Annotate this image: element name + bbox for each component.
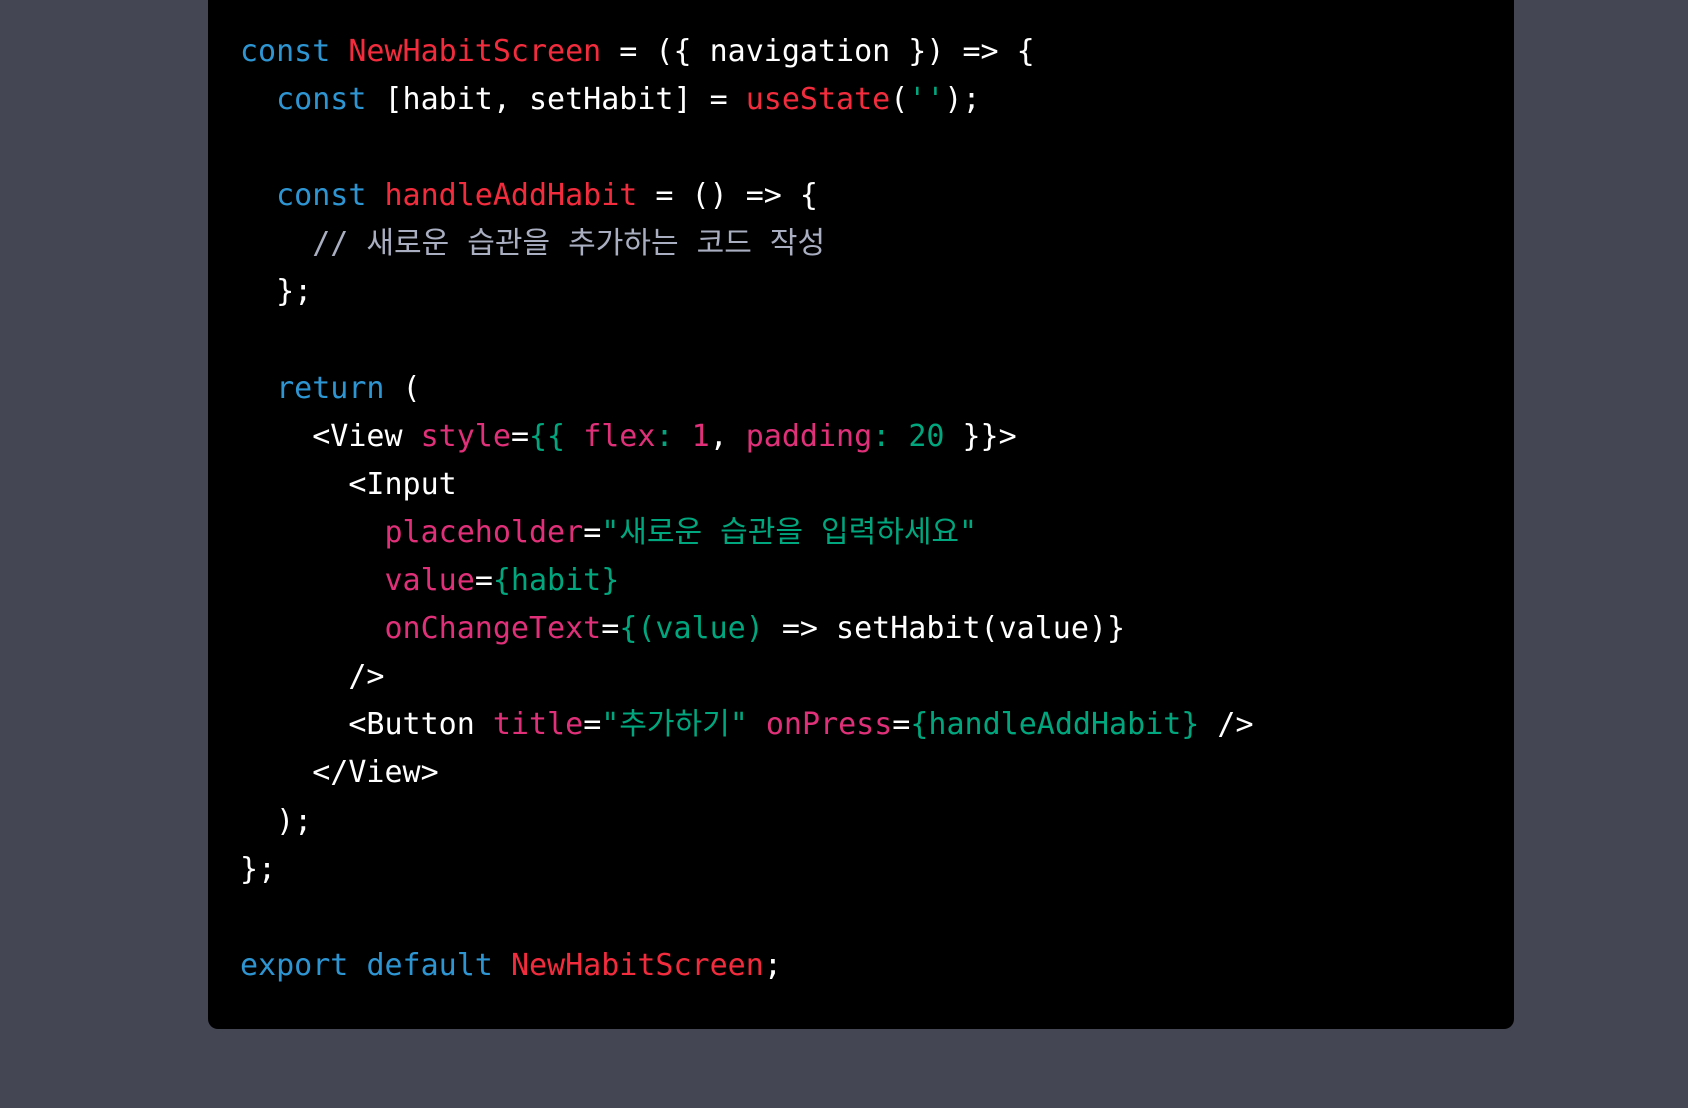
code-line: };: [240, 846, 1254, 894]
code-token-plain: =: [601, 611, 620, 647]
code-token-plain: <View: [240, 418, 421, 454]
code-line: const handleAddHabit = () => {: [240, 172, 1254, 220]
code-token-title: useState: [745, 82, 891, 118]
code-token-keyword: export: [240, 947, 349, 983]
code-token-name: style: [420, 418, 511, 454]
code-token-plain: ;: [763, 947, 782, 983]
code-token-string: :: [872, 418, 909, 454]
code-token-title: handleAddHabit: [384, 178, 638, 214]
code-token-plain: </View>: [240, 755, 439, 791]
code-token-plain: />: [240, 659, 385, 695]
code-token-string: "추가하기": [601, 707, 748, 743]
code-line: // 새로운 습관을 추가하는 코드 작성: [240, 220, 1254, 268]
code-token-string: {(value): [619, 611, 764, 647]
code-token-title: NewHabitScreen: [510, 947, 764, 983]
code-token-name: onChangeText: [384, 611, 602, 647]
code-token-plain: };: [240, 274, 313, 310]
code-token-plain: <Input: [240, 466, 457, 502]
code-token-plain: =: [583, 707, 602, 743]
code-block: const NewHabitScreen = ({ navigation }) …: [208, 0, 1514, 1029]
code-token-title: NewHabitScreen: [348, 34, 602, 69]
code-line: const NewHabitScreen = ({ navigation }) …: [240, 28, 1254, 76]
code-token-plain: =: [892, 707, 911, 743]
code-token-plain: };: [240, 851, 277, 887]
code-line: export default NewHabitScreen;: [240, 942, 1254, 990]
code-line: />: [240, 653, 1254, 701]
code-line: const [habit, setHabit] = useState('');: [240, 76, 1254, 124]
code-line: <Button title="추가하기" onPress={handleAddH…: [240, 701, 1254, 749]
code-token-name: onPress: [765, 707, 893, 743]
code-line: placeholder="새로운 습관을 입력하세요": [240, 509, 1254, 557]
code-token-name: flex: [583, 418, 656, 454]
code-token-plain: =: [583, 514, 602, 550]
code-token-plain: (: [890, 82, 909, 118]
code-line: value={habit}: [240, 557, 1254, 605]
code-token-name: value: [384, 563, 475, 599]
code-line: onChangeText={(value) => setHabit(value)…: [240, 605, 1254, 653]
code-token-plain: = () => {: [637, 178, 818, 214]
code-token-name: padding: [745, 418, 873, 454]
code-token-plain: =: [474, 563, 493, 599]
code-token-keyword: default: [366, 947, 493, 983]
code-token-plain: }}>: [944, 418, 1017, 454]
code-token-plain: <Button: [240, 707, 493, 743]
code-token-plain: [habit, setHabit] =: [366, 82, 746, 118]
code-token-plain: => setHabit(value)}: [763, 611, 1126, 647]
code-token-comment: // 새로운 습관을 추가하는 코드 작성: [312, 226, 826, 262]
code-token-string: "새로운 습관을 입력하세요": [601, 514, 978, 550]
code-token-keyword: const: [276, 82, 367, 118]
code-token-keyword: return: [276, 370, 385, 406]
code-token-plain: = ({ navigation }) => {: [601, 34, 1035, 69]
code-token-string: '': [908, 82, 945, 118]
code-token-keyword: const: [240, 34, 331, 69]
code-token-plain: );: [240, 803, 313, 839]
code-content: const NewHabitScreen = ({ navigation }) …: [240, 28, 1254, 990]
code-token-plain: ,: [709, 418, 746, 454]
code-token-plain: (: [384, 370, 421, 406]
code-token-string: {{: [529, 418, 584, 454]
code-line: return (: [240, 365, 1254, 413]
code-token-string: {habit}: [492, 563, 620, 599]
code-line: );: [240, 798, 1254, 846]
code-token-plain: );: [944, 82, 981, 118]
code-line: };: [240, 268, 1254, 316]
code-token-plain: />: [1199, 707, 1254, 743]
code-token-name: placeholder: [384, 514, 584, 550]
code-token-string: 20: [908, 418, 945, 454]
code-token-plain: =: [510, 418, 529, 454]
code-token-string: :: [655, 418, 692, 454]
code-line: <View style={{ flex: 1, padding: 20 }}>: [240, 413, 1254, 461]
code-token-string: {handleAddHabit}: [910, 707, 1200, 743]
code-line: <Input: [240, 461, 1254, 509]
code-token-keyword: const: [276, 178, 367, 214]
code-line: </View>: [240, 749, 1254, 797]
code-token-name: title: [492, 707, 584, 743]
code-token-name: 1: [691, 418, 710, 454]
